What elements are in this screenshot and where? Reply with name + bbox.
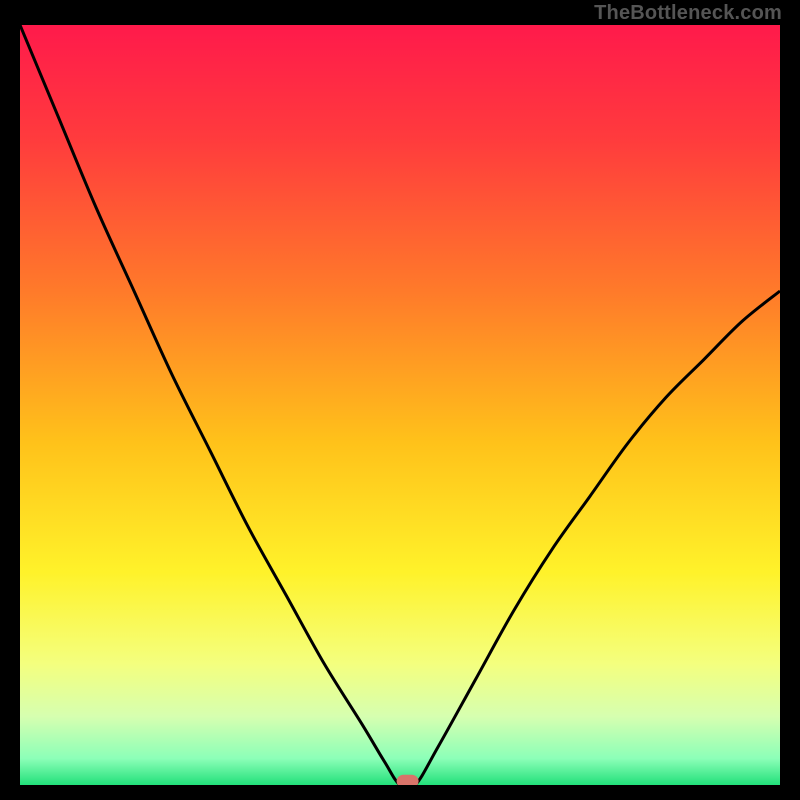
watermark-text: TheBottleneck.com [594, 2, 782, 25]
chart-frame: TheBottleneck.com [0, 0, 800, 800]
chart-background [20, 25, 780, 785]
optimal-marker [397, 775, 419, 785]
chart-svg [20, 25, 780, 785]
plot-area [20, 25, 780, 785]
